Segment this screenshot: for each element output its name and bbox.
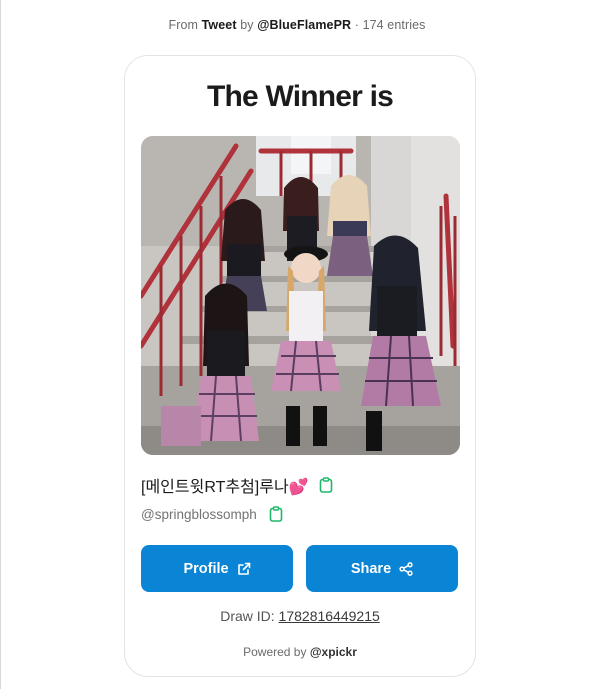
draw-id-label: Draw ID: (220, 608, 275, 624)
source-platform: Tweet (201, 18, 237, 32)
profile-button-label: Profile (183, 560, 229, 577)
winner-name-row: [메인트윗RT추첨]루나💕 (141, 474, 333, 496)
source-prefix: From (168, 18, 199, 32)
entries-count: · 174 entries (354, 18, 426, 32)
draw-id-link[interactable]: 1782816449215 (279, 608, 380, 624)
group-photo-illustration (141, 136, 460, 455)
giveaway-result-page: From Tweet by @BlueFlamePR · 174 entries… (0, 0, 594, 689)
heart-emoji: 💕 (288, 479, 309, 496)
winner-photo (141, 136, 460, 455)
external-link-icon (237, 562, 251, 576)
source-by: by (240, 18, 254, 32)
winner-display-name: [메인트윗RT추첨]루나💕 (141, 479, 309, 496)
card-title: The Winner is (206, 80, 394, 113)
profile-button[interactable]: Profile (141, 545, 293, 592)
winner-card: The Winner is [메인트윗RT추첨]루나💕 @springbloss… (124, 55, 476, 677)
copy-name-clipboard-icon[interactable] (319, 477, 333, 493)
winner-handle: @springblossomph (141, 506, 257, 522)
share-button-label: Share (350, 560, 392, 577)
winner-handle-row: @springblossomph (141, 505, 283, 523)
copy-handle-clipboard-icon[interactable] (269, 506, 283, 522)
left-divider (0, 0, 1, 689)
source-account: @BlueFlamePR (257, 18, 352, 32)
share-button[interactable]: Share (306, 545, 458, 592)
powered-prefix: Powered by (243, 645, 307, 659)
source-line: From Tweet by @BlueFlamePR · 174 entries (0, 18, 594, 32)
powered-brand[interactable]: @xpickr (310, 645, 357, 659)
share-nodes-icon (399, 561, 413, 576)
powered-by-line: Powered by @xpickr (125, 645, 475, 659)
draw-id-line: Draw ID: 1782816449215 (125, 608, 475, 624)
